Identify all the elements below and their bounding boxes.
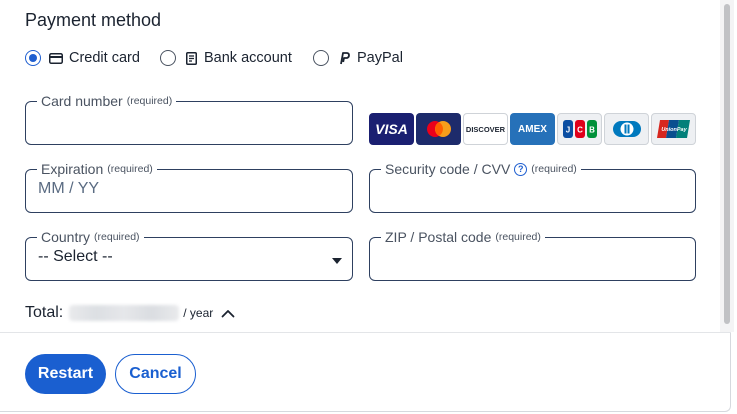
expiration-placeholder: MM / YY	[38, 180, 100, 197]
radio-credit-card[interactable]	[25, 50, 41, 66]
section-title: Payment method	[25, 10, 162, 30]
zip-field[interactable]: ZIP / Postal code (required)	[369, 229, 696, 281]
cvv-field[interactable]: Security code / CVV ? (required)	[369, 161, 696, 213]
svg-text:J: J	[565, 126, 569, 135]
discover-logo: DISCOVER	[463, 113, 508, 145]
bank-icon	[184, 51, 198, 65]
dropdown-caret-icon	[332, 258, 342, 264]
jcb-logo: JCB	[557, 113, 602, 145]
card-brands: VISA DISCOVER AMEX JCB UnionPay	[369, 113, 696, 145]
chevron-up-icon[interactable]	[221, 309, 235, 318]
dialog-footer: Restart Cancel	[0, 332, 731, 412]
payment-option-paypal[interactable]: PayPal	[313, 47, 403, 69]
total-period: / year	[183, 306, 214, 320]
amex-logo: AMEX	[510, 113, 555, 145]
expiration-label: Expiration (required)	[37, 161, 157, 177]
country-selected-value: -- Select --	[38, 248, 113, 265]
restart-button[interactable]: Restart	[25, 354, 106, 394]
radio-bank-account[interactable]	[160, 50, 176, 66]
total-summary: Total: / year	[25, 303, 235, 323]
cvv-label: Security code / CVV ? (required)	[381, 161, 581, 177]
svg-text:B: B	[589, 126, 595, 135]
svg-text:UnionPay: UnionPay	[661, 127, 687, 133]
payment-option-credit-card[interactable]: Credit card	[25, 47, 140, 69]
payment-option-label: Credit card	[69, 50, 140, 66]
expiration-field[interactable]: Expiration (required) MM / YY	[25, 161, 353, 213]
visa-logo: VISA	[369, 113, 414, 145]
payment-option-label: PayPal	[357, 50, 403, 66]
svg-text:C: C	[577, 126, 583, 135]
unionpay-logo: UnionPay	[651, 113, 696, 145]
cancel-button[interactable]: Cancel	[115, 354, 196, 394]
card-number-label: Card number (required)	[37, 93, 177, 109]
diners-logo	[604, 113, 649, 145]
credit-card-icon	[49, 52, 63, 64]
card-number-field[interactable]: Card number (required)	[25, 93, 353, 145]
mastercard-logo	[416, 113, 461, 145]
payment-option-label: Bank account	[204, 50, 292, 66]
payment-form: Payment method Credit card Bank account …	[0, 0, 720, 332]
help-icon[interactable]: ?	[514, 162, 528, 176]
total-label: Total:	[25, 304, 64, 321]
country-label: Country (required)	[37, 229, 144, 245]
country-select[interactable]: Country (required) -- Select --	[25, 229, 353, 281]
radio-paypal[interactable]	[313, 50, 329, 66]
scrollbar-thumb[interactable]	[724, 4, 730, 324]
zip-label: ZIP / Postal code (required)	[381, 229, 545, 245]
payment-option-bank-account[interactable]: Bank account	[160, 47, 292, 69]
total-amount-redacted	[69, 305, 180, 321]
paypal-icon	[337, 51, 351, 64]
